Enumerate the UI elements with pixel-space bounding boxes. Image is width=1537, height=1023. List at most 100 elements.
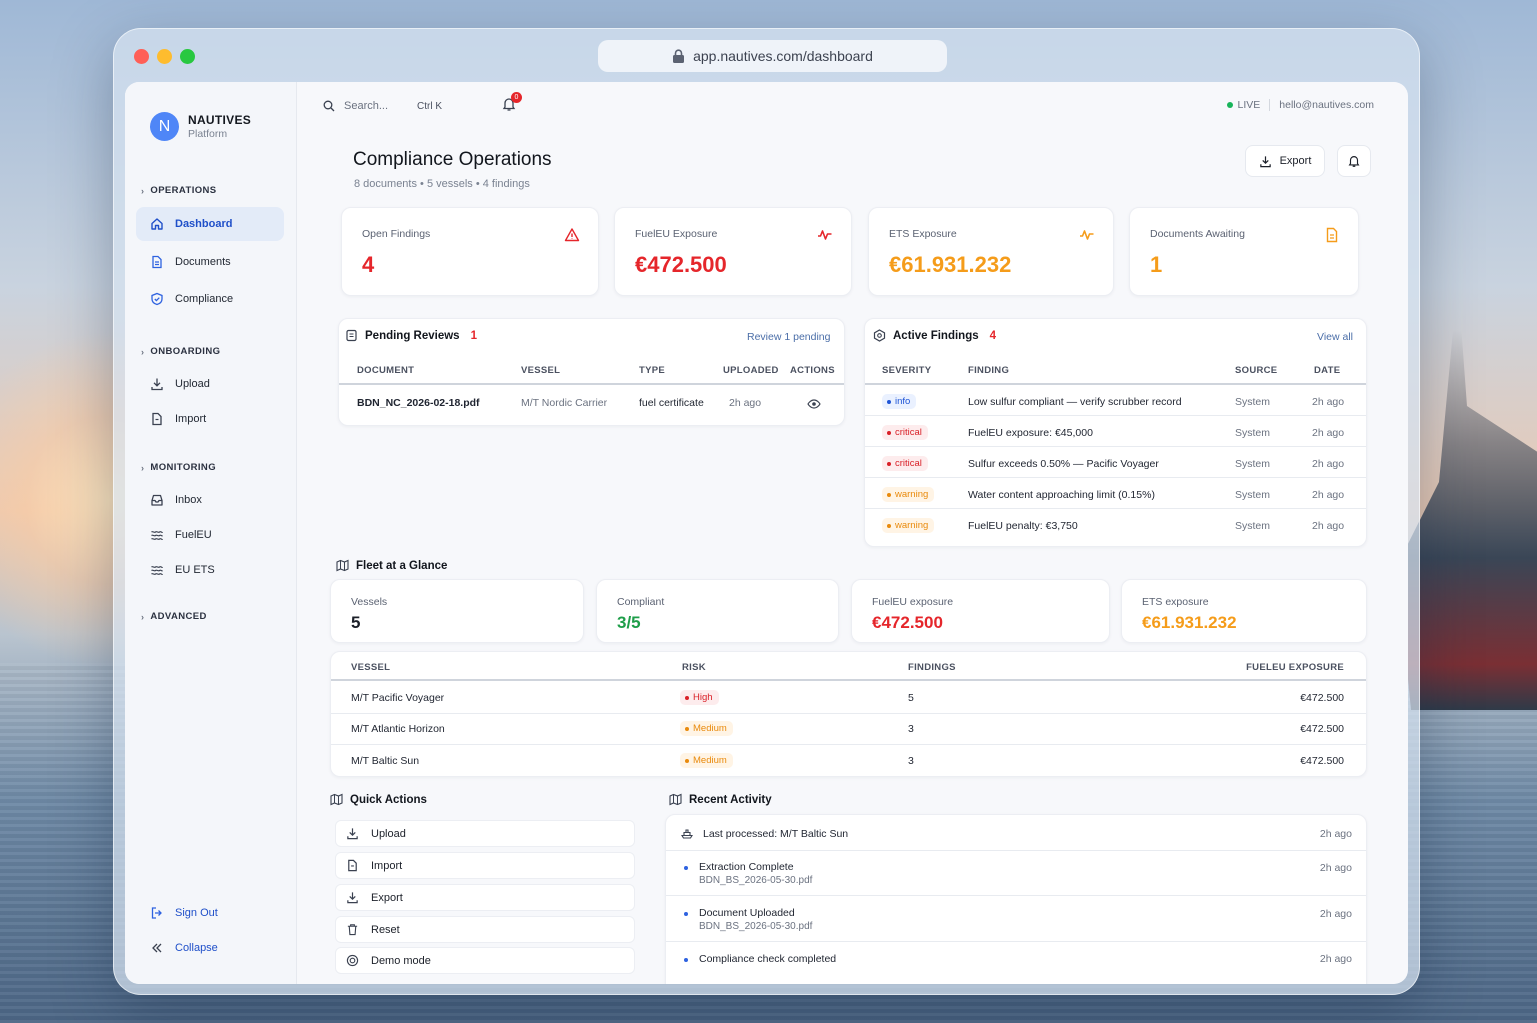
- page-subtitle: 8 documents • 5 vessels • 4 findings: [354, 178, 530, 190]
- section-onboarding[interactable]: › ONBOARDING: [141, 346, 220, 357]
- stat-label: ETS Exposure: [889, 228, 957, 240]
- notifications-button[interactable]: [1337, 145, 1371, 177]
- app-frame: N NAUTIVES Platform › OPERATIONS Dashboar…: [125, 82, 1408, 984]
- severity-badge: warning: [882, 518, 935, 533]
- row-divider: [666, 895, 1366, 896]
- sidebar-item-label: FuelEU: [175, 529, 212, 541]
- page-title: Compliance Operations: [353, 149, 552, 170]
- fleet-stat-vessels[interactable]: Vessels 5: [330, 579, 584, 643]
- severity-badge: info: [882, 394, 917, 409]
- column-header[interactable]: FINDING: [968, 365, 1009, 376]
- view-all-link[interactable]: View all: [1317, 331, 1353, 343]
- fleet-stat-compliant[interactable]: Compliant 3/5: [596, 579, 839, 643]
- collapse-label: Collapse: [175, 942, 218, 954]
- column-header[interactable]: TYPE: [639, 365, 665, 376]
- recent-activity-title: Recent Activity: [669, 793, 772, 806]
- sidebar-item-import[interactable]: Import: [136, 402, 284, 436]
- stat-value: 1: [1150, 252, 1163, 277]
- column-header[interactable]: DOCUMENT: [357, 365, 414, 376]
- activity-title: Compliance check completed: [699, 953, 837, 965]
- quick-action-export[interactable]: Export: [335, 884, 635, 911]
- chevron-right-icon: ›: [141, 185, 145, 196]
- maximize-window-button[interactable]: [180, 49, 195, 64]
- date-cell: 2h ago: [1312, 520, 1345, 532]
- sidebar-item-label: Import: [175, 413, 207, 425]
- column-header[interactable]: VESSEL: [521, 365, 560, 376]
- quick-action-demo-mode[interactable]: Demo mode: [335, 947, 635, 974]
- findings-cell: 5: [908, 692, 914, 704]
- browser-window: app.nautives.com/dashboard N NAUTIVES Pl…: [113, 28, 1420, 995]
- row-divider: [865, 446, 1366, 447]
- activity-title: Document Uploaded: [699, 907, 795, 919]
- stat-card-open-findings[interactable]: Open Findings 4: [341, 207, 599, 296]
- column-header[interactable]: RISK: [682, 662, 706, 673]
- column-header[interactable]: UPLOADED: [723, 365, 779, 376]
- quick-action-import[interactable]: Import: [335, 852, 635, 879]
- source-cell: System: [1235, 396, 1271, 408]
- column-header[interactable]: ACTIONS: [790, 365, 835, 376]
- quick-action-reset[interactable]: Reset: [335, 916, 635, 943]
- sidebar-item-documents[interactable]: Documents: [136, 245, 284, 279]
- fleet-stat-fueleu-exposure[interactable]: FuelEU exposure €472.500: [851, 579, 1110, 643]
- sidebar-item-eu-ets[interactable]: EU ETS: [136, 553, 284, 587]
- row-divider: [666, 850, 1366, 851]
- findings-count-badge: 4: [989, 329, 997, 342]
- sidebar-item-label: EU ETS: [175, 564, 215, 576]
- finding-cell: Water content approaching limit (0.15%): [968, 489, 1155, 501]
- collapse-button[interactable]: Collapse: [136, 931, 284, 965]
- stat-label: Documents Awaiting: [1150, 228, 1245, 240]
- sidebar-item-label: Inbox: [175, 494, 202, 506]
- document-cell: BDN_NC_2026-02-18.pdf: [357, 397, 480, 409]
- stat-card-ets-exposure[interactable]: ETS Exposure €61.931.232: [868, 207, 1114, 296]
- document-icon: [152, 255, 162, 269]
- fleet-stat-label: FuelEU exposure: [872, 596, 954, 608]
- row-divider: [666, 941, 1366, 942]
- column-header[interactable]: SEVERITY: [882, 365, 931, 376]
- sign-out-button[interactable]: Sign Out: [136, 896, 284, 930]
- close-window-button[interactable]: [134, 49, 149, 64]
- stat-card-fueleu-exposure[interactable]: FuelEU Exposure €472.500: [614, 207, 852, 296]
- minimize-window-button[interactable]: [157, 49, 172, 64]
- column-header[interactable]: DATE: [1314, 365, 1340, 376]
- user-email[interactable]: hello@nautives.com: [1279, 99, 1374, 111]
- alert-triangle-icon: [564, 228, 580, 242]
- column-header[interactable]: SOURCE: [1235, 365, 1277, 376]
- sidebar-item-upload[interactable]: Upload: [136, 367, 284, 401]
- fleet-title: Fleet at a Glance: [336, 559, 447, 572]
- search-input[interactable]: Search... Ctrl K: [315, 92, 465, 120]
- brand[interactable]: N NAUTIVES Platform: [150, 112, 251, 141]
- column-header[interactable]: FUELEU EXPOSURE: [1246, 662, 1344, 673]
- address-bar[interactable]: app.nautives.com/dashboard: [598, 40, 947, 72]
- severity-badge: critical: [882, 456, 928, 471]
- activity-time: 2h ago: [1319, 908, 1352, 920]
- fleet-stat-ets-exposure[interactable]: ETS exposure €61.931.232: [1121, 579, 1367, 643]
- header-divider: [331, 679, 1366, 681]
- review-pending-link[interactable]: Review 1 pending: [747, 331, 830, 343]
- sidebar-item-compliance[interactable]: Compliance: [136, 282, 284, 316]
- brand-subtitle: Platform: [188, 128, 228, 140]
- activity-dot: [684, 958, 688, 962]
- sidebar-item-inbox[interactable]: Inbox: [136, 483, 284, 517]
- search-icon: [323, 100, 335, 112]
- eye-icon[interactable]: [807, 398, 821, 410]
- recent-activity-panel: Last processed: M/T Baltic Sun 2h ago Ex…: [665, 814, 1367, 984]
- sidebar-item-fueleu[interactable]: FuelEU: [136, 518, 284, 552]
- column-header[interactable]: VESSEL: [351, 662, 390, 673]
- fleet-stat-value: €61.931.232: [1142, 613, 1237, 632]
- section-operations[interactable]: › OPERATIONS: [141, 185, 217, 196]
- url-text: app.nautives.com/dashboard: [693, 48, 873, 64]
- section-monitoring[interactable]: › MONITORING: [141, 462, 216, 473]
- risk-badge: High: [680, 690, 719, 705]
- sidebar-item-dashboard[interactable]: Dashboard: [136, 207, 284, 241]
- export-button[interactable]: Export: [1245, 145, 1325, 177]
- stat-label: Open Findings: [362, 228, 431, 240]
- quick-action-upload[interactable]: Upload: [335, 820, 635, 847]
- section-advanced[interactable]: › ADVANCED: [141, 611, 207, 622]
- column-header[interactable]: FINDINGS: [908, 662, 956, 673]
- pulse-icon: [818, 230, 832, 240]
- stat-card-documents-awaiting[interactable]: Documents Awaiting 1: [1129, 207, 1359, 296]
- stat-value: €61.931.232: [889, 252, 1012, 277]
- activity-title: Last processed: M/T Baltic Sun: [703, 828, 849, 840]
- waves-icon: [151, 531, 164, 540]
- stat-value: 4: [362, 252, 375, 277]
